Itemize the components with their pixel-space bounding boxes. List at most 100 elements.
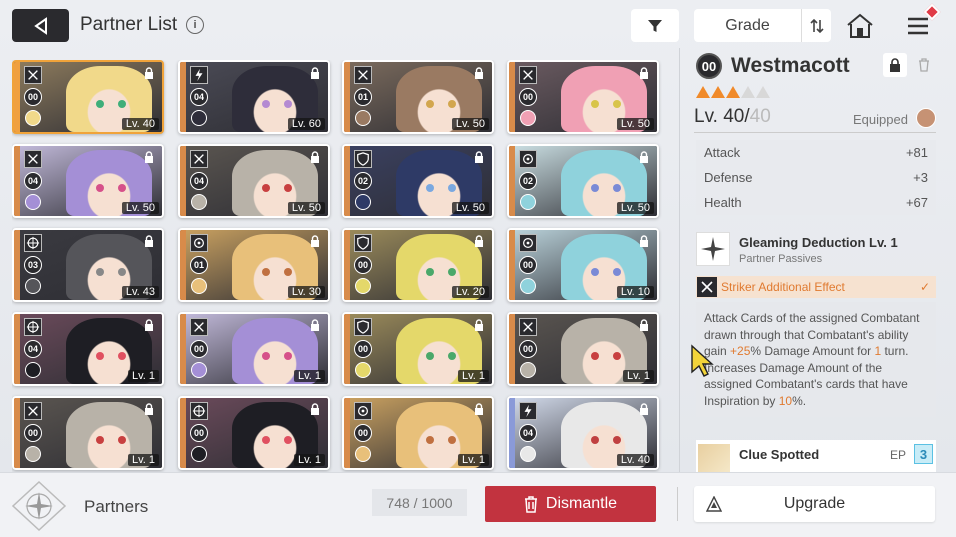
partner-card[interactable]: 00 Lv. 1: [507, 312, 659, 386]
sort-dropdown[interactable]: Grade: [694, 9, 831, 42]
partner-card[interactable]: 00 Lv. 20: [342, 228, 494, 302]
partner-type-icon: [519, 234, 537, 252]
lock-icon: [142, 150, 156, 164]
level-label: Lv. 50: [451, 118, 489, 130]
equipped-avatar: [25, 278, 41, 294]
passive-skill-name: Gleaming Deduction Lv. 1: [739, 235, 898, 250]
footer-label: Partners: [84, 497, 149, 516]
partner-card[interactable]: 01 Lv. 30: [178, 228, 330, 302]
passive-skill[interactable]: Gleaming Deduction Lv. 1 Partner Passive…: [696, 232, 936, 272]
check-icon: ✓: [919, 280, 930, 294]
level-label: Lv. 1: [457, 370, 489, 382]
level-label: Lv. 1: [127, 454, 159, 466]
star-filled-icon: [696, 86, 710, 98]
lock-icon: [308, 66, 322, 80]
striker-icon: [697, 277, 717, 297]
partner-type-icon: [519, 66, 537, 84]
back-button[interactable]: [12, 9, 69, 42]
rarity-stars: [696, 86, 770, 98]
grade-badge: 00: [354, 340, 372, 358]
partner-card[interactable]: 00 Lv. 1: [178, 312, 330, 386]
grade-badge: 00: [519, 88, 537, 106]
lock-icon: [472, 150, 486, 164]
partner-type-icon: [519, 150, 537, 168]
partner-card[interactable]: 00 Lv. 1: [342, 312, 494, 386]
partner-type-icon: [354, 318, 372, 336]
level-label: Lv. 10: [616, 286, 654, 298]
partner-card[interactable]: 02 Lv. 50: [507, 144, 659, 218]
partner-card[interactable]: 00 Lv. 40: [12, 60, 164, 134]
equipped-avatar: [520, 194, 536, 210]
partner-card[interactable]: 04 Lv. 50: [178, 144, 330, 218]
partner-card[interactable]: 04 Lv. 1: [12, 312, 164, 386]
menu-button[interactable]: [902, 3, 941, 42]
level-label: Lv. 50: [616, 118, 654, 130]
trash-icon: [524, 496, 537, 513]
level-label: Lv. 60: [287, 118, 325, 130]
trash-icon: [919, 58, 929, 72]
partner-card[interactable]: 00 Lv. 50: [507, 60, 659, 134]
clue-spotted-skill[interactable]: Clue Spotted EP 3: [696, 440, 936, 473]
discard-button[interactable]: [913, 53, 935, 77]
equipped-avatar: [191, 110, 207, 126]
upgrade-button[interactable]: Upgrade: [694, 486, 935, 522]
grade-badge: 00: [354, 424, 372, 442]
lock-icon: [472, 318, 486, 332]
level-current: Lv. 40/: [694, 106, 750, 127]
dismantle-label: Dismantle: [545, 495, 618, 512]
lock-icon: [472, 402, 486, 416]
lock-button[interactable]: [883, 53, 907, 77]
dismantle-button[interactable]: Dismantle: [485, 486, 656, 522]
filter-button[interactable]: [631, 9, 679, 42]
partners-emblem-icon: [8, 479, 70, 533]
grade-badge: 04: [519, 424, 537, 442]
partner-card[interactable]: 00 Lv. 10: [507, 228, 659, 302]
lock-icon: [308, 318, 322, 332]
partner-card[interactable]: 02 Lv. 50: [342, 144, 494, 218]
partner-card[interactable]: 03 Lv. 43: [12, 228, 164, 302]
equipped-avatar: [520, 278, 536, 294]
partner-count: 748 / 1000: [372, 489, 467, 516]
lock-icon: [142, 66, 156, 80]
partner-card[interactable]: 04 Lv. 50: [12, 144, 164, 218]
partner-type-icon: [24, 66, 42, 84]
menu-icon: [908, 17, 928, 35]
star-filled-icon: [711, 86, 725, 98]
level-label: Lv. 40: [616, 454, 654, 466]
clue-image: [698, 444, 730, 473]
grade-badge: 00: [24, 88, 42, 106]
lock-icon: [890, 58, 900, 72]
clue-ep-value: 3: [914, 444, 933, 464]
cursor-icon: [691, 344, 714, 377]
level-label: Lv. 20: [451, 286, 489, 298]
divider: [694, 132, 936, 133]
partner-type-icon: [190, 150, 208, 168]
partner-card[interactable]: 04 Lv. 60: [178, 60, 330, 134]
partner-card[interactable]: 04 Lv. 40: [507, 396, 659, 470]
clue-name: Clue Spotted: [739, 447, 820, 462]
upgrade-label: Upgrade: [783, 495, 846, 512]
equipped-avatar: [25, 362, 41, 378]
stat-value: +67: [905, 195, 928, 210]
equipped-avatar: [355, 110, 371, 126]
equipped-avatar[interactable]: [916, 108, 936, 128]
partner-card[interactable]: 00 Lv. 1: [178, 396, 330, 470]
sort-order-icon: [809, 18, 824, 33]
partner-card[interactable]: 01 Lv. 50: [342, 60, 494, 134]
info-icon[interactable]: i: [186, 16, 204, 34]
equipped-avatar: [520, 446, 536, 462]
partner-type-icon: [190, 402, 208, 420]
equipped-avatar: [520, 362, 536, 378]
equipped-avatar: [191, 194, 207, 210]
partner-card[interactable]: 00 Lv. 1: [12, 396, 164, 470]
grade-badge: 01: [354, 88, 372, 106]
striker-effect-header[interactable]: Striker Additional Effect ✓: [696, 276, 936, 298]
sort-order-toggle[interactable]: [801, 9, 831, 42]
grade-badge: 02: [354, 172, 372, 190]
lock-icon: [472, 66, 486, 80]
partner-type-icon: [190, 318, 208, 336]
passive-skill-icon: [696, 232, 730, 266]
grade-badge: 00: [190, 424, 208, 442]
partner-card[interactable]: 00 Lv. 1: [342, 396, 494, 470]
home-button[interactable]: [844, 10, 876, 42]
